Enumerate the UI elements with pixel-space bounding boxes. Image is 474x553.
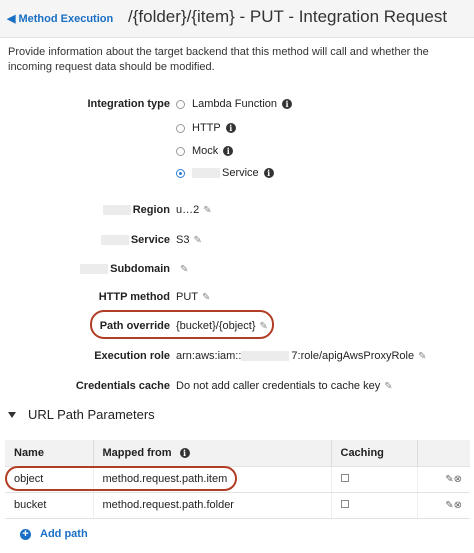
path-override-value: {bucket}/{object} [176,320,256,332]
table-header-row: Name Mapped from i Caching [5,440,470,467]
radio-mock[interactable]: Mock i [176,145,234,157]
pencil-icon[interactable]: ✎ [418,351,426,362]
info-icon[interactable]: i [225,123,236,133]
region-label: Region [102,204,170,216]
info-icon[interactable]: i [263,168,274,178]
column-header-mapped-from: Mapped from i [93,440,332,467]
radio-label-lambda: Lambda Function [192,98,277,110]
info-icon[interactable]: i [223,146,234,156]
section-title: URL Path Parameters [28,407,155,422]
pencil-icon[interactable]: ✎ [384,381,392,392]
radio-service[interactable]: Service i [176,167,274,179]
back-link-label: Method Execution [18,13,114,25]
caret-down-icon [8,411,16,418]
object-row-highlight [5,466,237,491]
page-header: ◀ Method Execution /{folder}/{item} - PUT… [0,0,474,38]
param-name: bucket [5,492,94,519]
service-value: S3 [176,234,190,246]
column-header-caching: Caching [331,440,418,467]
pencil-icon[interactable]: ✎ [445,500,453,511]
service-label: Service [100,234,170,246]
page-title: /{folder}/{item} - PUT - Integration Req… [128,7,448,26]
radio-lambda-function[interactable]: Lambda Function i [176,98,292,110]
http-method-label: HTTP method [98,291,170,303]
radio-label-http: HTTP [192,122,221,134]
subdomain-label: Subdomain [80,263,170,275]
radio-button[interactable] [176,146,185,156]
execution-role-label: Execution role [94,350,170,362]
redacted-text [192,168,220,178]
plus-icon: + [20,528,31,540]
path-override-label: Path override [99,320,170,332]
column-header-name: Name [5,440,94,467]
http-method-field[interactable]: PUT ✎ [176,291,210,303]
pencil-icon[interactable]: ✎ [202,292,210,303]
region-value: u…2 [176,204,200,216]
pencil-icon[interactable]: ✎ [193,235,201,246]
redacted-text [241,351,290,362]
service-field[interactable]: S3 ✎ [176,234,202,246]
subdomain-field[interactable]: ✎ [176,263,188,275]
credentials-cache-value: Do not add caller credentials to cache k… [176,380,381,392]
radio-button[interactable] [176,99,185,109]
info-icon[interactable]: i [282,99,292,109]
execution-role-value-prefix: arn:aws:iam:: [176,350,242,362]
credentials-cache-field[interactable]: Do not add caller credentials to cache k… [176,380,393,392]
add-path-label: Add path [40,528,88,540]
remove-icon[interactable]: ⊗ [454,474,462,485]
credentials-cache-label: Credentials cache [75,380,170,392]
integration-type-label: Integration type [87,98,170,110]
param-mapped-from: method.request.path.folder [93,492,332,519]
redacted-text [100,235,129,246]
left-arrow-icon: ◀ [7,13,16,25]
remove-icon[interactable]: ⊗ [454,500,462,511]
radio-button[interactable] [176,123,185,133]
table-row: bucket method.request.path.folder ✎⊗ [5,492,470,519]
pencil-icon[interactable]: ✎ [203,205,211,216]
http-method-value: PUT [176,291,198,303]
column-header-actions [417,440,470,467]
back-to-method-execution-link[interactable]: ◀ Method Execution [7,12,113,25]
pencil-icon[interactable]: ✎ [260,321,268,332]
intro-text: Provide information about the target bac… [8,46,429,73]
region-field[interactable]: u…2 ✎ [176,204,212,216]
pencil-icon[interactable]: ✎ [180,264,188,275]
redacted-text [80,264,109,275]
execution-role-value-suffix: 7:role/apigAwsProxyRole [291,350,415,362]
redacted-text [102,205,131,216]
caching-checkbox[interactable] [340,500,349,508]
path-override-field[interactable]: {bucket}/{object} ✎ [176,320,268,332]
execution-role-field[interactable]: arn:aws:iam:: 7:role/apigAwsProxyRole ✎ [176,350,427,362]
caching-checkbox[interactable] [340,474,349,482]
radio-label-service: Service [222,167,259,179]
add-path-button[interactable]: + Add path [20,528,88,540]
pencil-icon[interactable]: ✎ [445,474,453,485]
radio-button-selected[interactable] [176,168,185,178]
info-icon[interactable]: i [179,447,190,458]
radio-http[interactable]: HTTP i [176,122,236,134]
url-path-parameters-toggle[interactable]: URL Path Parameters [8,407,155,422]
radio-label-mock: Mock [192,145,219,157]
